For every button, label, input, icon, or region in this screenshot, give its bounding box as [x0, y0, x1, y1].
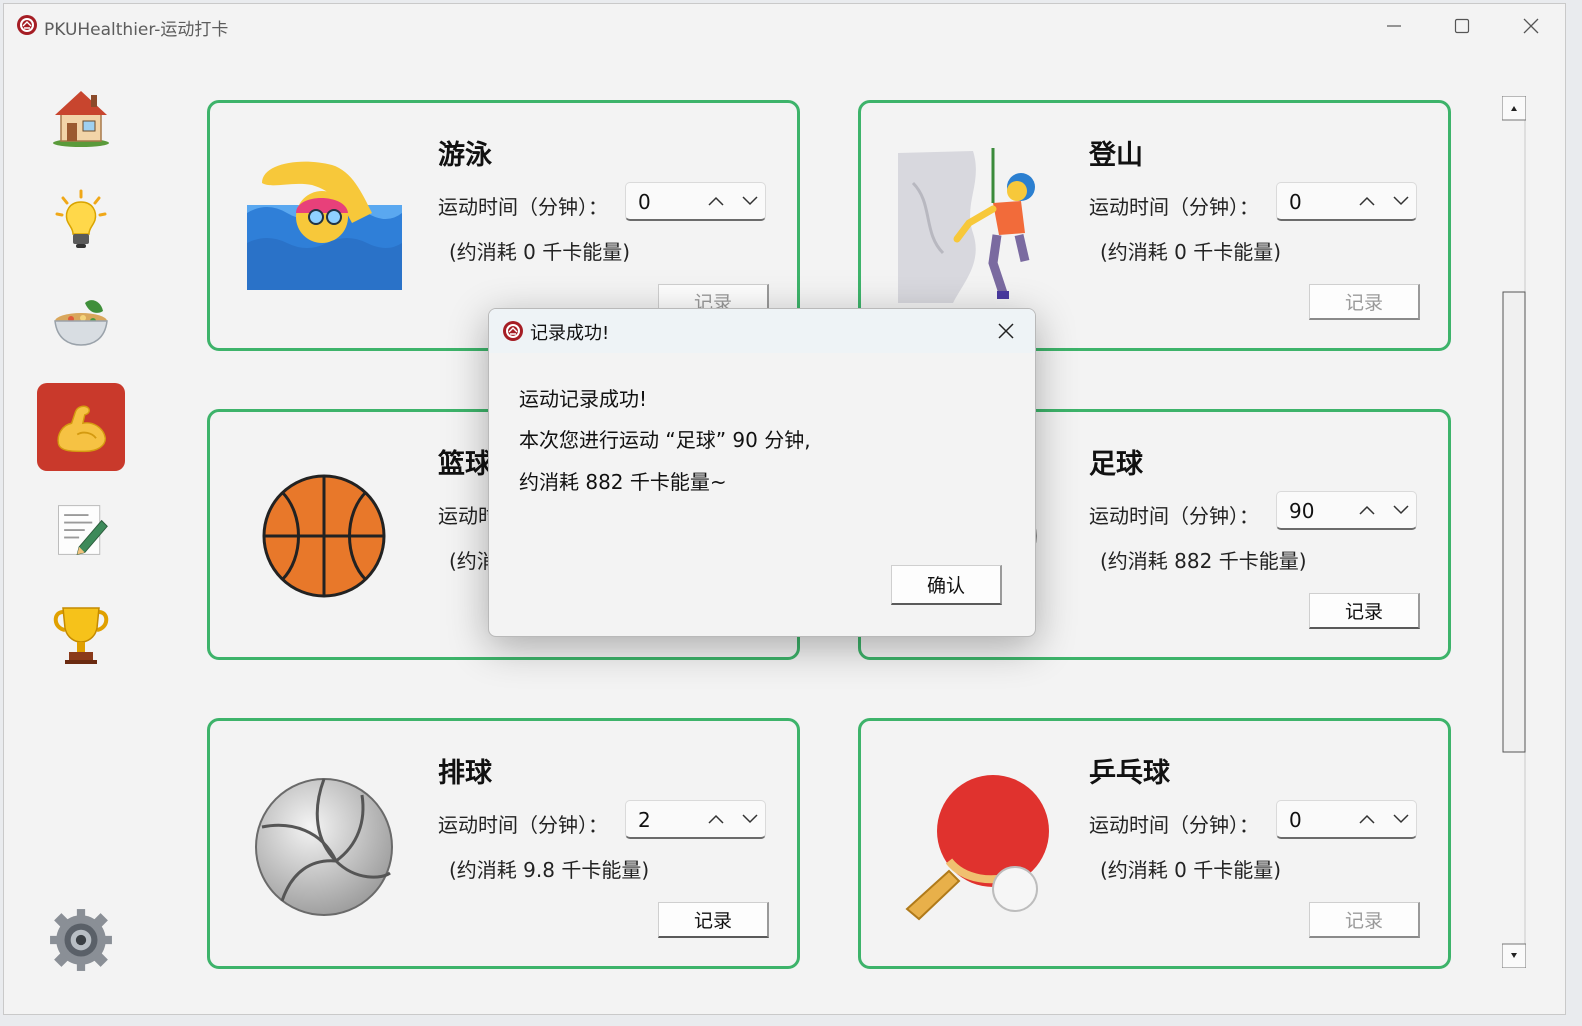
duration-spinbox[interactable]: 0 [1276, 182, 1417, 221]
window-title: PKUHealthier-运动打卡 [44, 20, 229, 40]
card-title: 登山 [1089, 140, 1143, 171]
record-button[interactable]: 记录 [1309, 593, 1420, 629]
trophy-icon [53, 607, 109, 664]
calorie-estimate: (约消耗 0 千卡能量) [449, 240, 631, 264]
record-button[interactable]: 记录 [1309, 284, 1420, 320]
spin-up-icon[interactable] [1356, 498, 1378, 522]
minimize-icon [1387, 25, 1401, 27]
close-icon [998, 323, 1014, 339]
time-label: 运动时间（分钟）： [1089, 813, 1259, 837]
record-button[interactable]: 记录 [1309, 902, 1420, 938]
card-volleyball: 排球 运动时间（分钟）： 2 (约消耗 9.8 千卡能量) 记录 [207, 718, 800, 969]
nav-home[interactable] [37, 73, 125, 161]
climber-icon [898, 148, 1035, 303]
gear-icon [50, 909, 112, 971]
nav-settings[interactable] [37, 896, 125, 984]
nav-diet[interactable] [37, 279, 125, 367]
calorie-estimate: (约消耗 882 千卡能量) [1100, 549, 1307, 573]
spin-up-icon[interactable] [705, 189, 727, 213]
minimize-button[interactable] [1372, 10, 1416, 42]
card-title: 篮球 [438, 449, 492, 480]
duration-spinbox[interactable]: 0 [1276, 800, 1417, 839]
scroll-thumb [1502, 291, 1526, 753]
nav-notes[interactable] [37, 486, 125, 574]
duration-spinbox[interactable]: 2 [625, 800, 766, 839]
close-window-button[interactable] [1509, 10, 1553, 42]
dialog-message-line: 约消耗 882 千卡能量~ [519, 470, 727, 494]
duration-spinbox[interactable]: 0 [625, 182, 766, 221]
card-title: 游泳 [438, 140, 492, 171]
pku-logo-icon [503, 321, 523, 341]
success-dialog: 记录成功! 运动记录成功! 本次您进行运动 “足球” 90 分钟, 约消耗 88… [488, 308, 1036, 637]
spin-down-icon[interactable] [1390, 189, 1412, 213]
soup-bowl-icon [54, 300, 108, 346]
flexed-biceps-icon [57, 405, 107, 453]
pku-logo-icon [17, 15, 37, 35]
duration-value[interactable]: 0 [1289, 808, 1302, 832]
maximize-icon [1454, 18, 1470, 34]
scroll-up-arrow [1502, 96, 1526, 121]
dialog-title-bar: 记录成功! [489, 309, 1035, 353]
close-icon [1523, 18, 1539, 34]
spin-up-icon[interactable] [705, 807, 727, 831]
light-bulb-icon [55, 189, 107, 248]
vertical-scrollbar[interactable] [1502, 96, 1526, 968]
basketball-icon [262, 474, 386, 598]
spin-up-icon[interactable] [1356, 189, 1378, 213]
time-label: 运动时间（分钟）： [438, 813, 608, 837]
nav-tips[interactable] [37, 176, 125, 264]
confirm-button[interactable]: 确认 [891, 565, 1002, 605]
dialog-message-line: 本次您进行运动 “足球” 90 分钟, [519, 428, 811, 452]
spin-down-icon[interactable] [739, 189, 761, 213]
duration-value[interactable]: 0 [1289, 190, 1302, 214]
duration-spinbox[interactable]: 90 [1276, 491, 1417, 530]
ping-pong-icon [905, 775, 1049, 921]
card-ping-pong: 乒乓球 运动时间（分钟）： 0 (约消耗 0 千卡能量) 记录 [858, 718, 1451, 969]
card-title: 排球 [438, 758, 492, 789]
calorie-estimate: (约消耗 0 千卡能量) [1100, 858, 1282, 882]
nav-exercise[interactable] [37, 383, 125, 471]
duration-value[interactable]: 0 [638, 190, 651, 214]
spin-down-icon[interactable] [739, 807, 761, 831]
memo-pencil-icon [58, 505, 108, 556]
calorie-estimate: (约消耗 0 千卡能量) [1100, 240, 1282, 264]
dialog-message-line: 运动记录成功! [519, 387, 648, 411]
duration-value[interactable]: 2 [638, 808, 651, 832]
nav-ranking[interactable] [37, 590, 125, 678]
time-label: 运动时间（分钟）： [1089, 504, 1259, 528]
duration-value[interactable]: 90 [1289, 499, 1314, 523]
volleyball-icon [255, 778, 393, 916]
app-window: PKUHealthier-运动打卡 游泳 运动时间（分钟）： 0 (约消耗 0 … [3, 3, 1566, 1015]
scroll-down-arrow [1502, 943, 1526, 968]
card-title: 乒乓球 [1089, 758, 1170, 789]
title-bar: PKUHealthier-运动打卡 [4, 4, 1565, 48]
spin-up-icon[interactable] [1356, 807, 1378, 831]
time-label: 运动时间（分钟）： [438, 195, 608, 219]
record-button[interactable]: 记录 [658, 902, 769, 938]
maximize-button[interactable] [1440, 10, 1484, 42]
card-title: 足球 [1089, 449, 1143, 480]
spin-down-icon[interactable] [1390, 498, 1412, 522]
dialog-title: 记录成功! [530, 323, 610, 344]
time-label: 运动时间（分钟）： [1089, 195, 1259, 219]
swimmer-icon [247, 161, 402, 290]
spin-down-icon[interactable] [1390, 807, 1412, 831]
calorie-estimate: (约消耗 9.8 千卡能量) [449, 858, 650, 882]
dialog-close-button[interactable] [989, 315, 1023, 347]
house-icon [53, 91, 109, 147]
